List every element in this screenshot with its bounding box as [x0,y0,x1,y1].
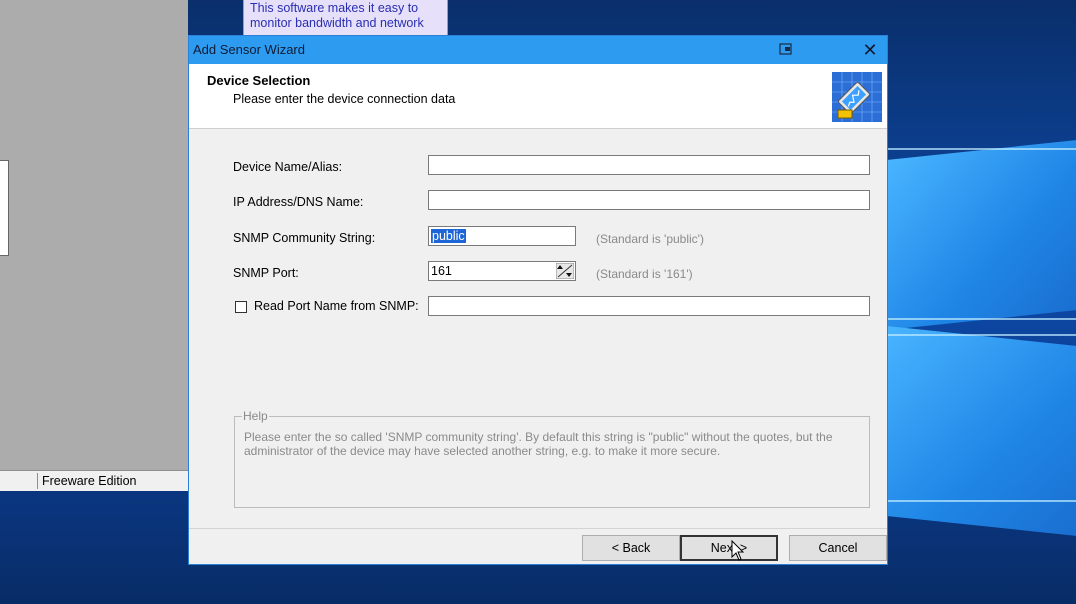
read-port-name-checkbox[interactable] [235,301,247,313]
ip-address-input[interactable] [428,190,870,210]
tooltip-line-1: This software makes it easy to [250,1,419,15]
help-legend: Help [242,409,269,423]
network-monitor-icon [832,72,882,122]
community-string-label: SNMP Community String: [233,231,376,245]
page-subtitle: Please enter the device connection data [233,92,456,106]
device-name-input[interactable] [428,155,870,175]
windows-logo [888,0,1076,604]
community-string-input[interactable]: public [428,226,576,246]
snmp-port-label: SNMP Port: [233,266,299,280]
status-edition-text: Freeware Edition [42,474,137,488]
device-name-label: Device Name/Alias: [233,160,343,174]
tooltip-line-2: monitor bandwidth and network [250,15,424,30]
ip-address-field[interactable] [429,191,869,209]
background-panel [0,160,9,256]
help-text: Please enter the so called 'SNMP communi… [244,430,833,458]
read-port-name-input[interactable] [428,296,870,316]
window-menu-icon[interactable] [779,42,793,56]
community-string-hint: (Standard is 'public') [596,232,704,246]
snmp-port-input[interactable]: 161 [428,261,576,281]
ip-address-label: IP Address/DNS Name: [233,195,364,209]
wizard-header: Device Selection Please enter the device… [189,64,887,129]
page-title: Device Selection [207,73,311,88]
cancel-button[interactable]: Cancel [789,535,887,561]
read-port-name-label[interactable]: Read Port Name from SNMP: [254,299,419,313]
status-bar: Freeware Edition [0,470,188,491]
next-button[interactable]: Next > [680,535,778,561]
info-tooltip: This software makes it easy to monitor b… [243,0,448,37]
back-button[interactable]: < Back [582,535,680,561]
dialog-title: Add Sensor Wizard [193,42,305,57]
dialog-titlebar[interactable]: Add Sensor Wizard ✕ [189,36,887,64]
help-groupbox: Help Please enter the so called 'SNMP co… [234,409,870,508]
read-port-name-field[interactable] [429,297,869,315]
snmp-port-value: 161 [431,264,452,278]
snmp-port-hint: (Standard is '161') [596,267,693,281]
device-name-field[interactable] [429,156,869,174]
background-application-window: Freeware Edition [0,0,188,491]
port-spinner-icon[interactable] [555,262,575,280]
button-separator [189,528,887,529]
close-icon[interactable]: ✕ [853,38,887,62]
add-sensor-wizard-dialog: Add Sensor Wizard ✕ Device Selection Ple… [188,35,888,565]
community-string-value: public [431,229,466,243]
mouse-cursor-icon [731,539,745,562]
